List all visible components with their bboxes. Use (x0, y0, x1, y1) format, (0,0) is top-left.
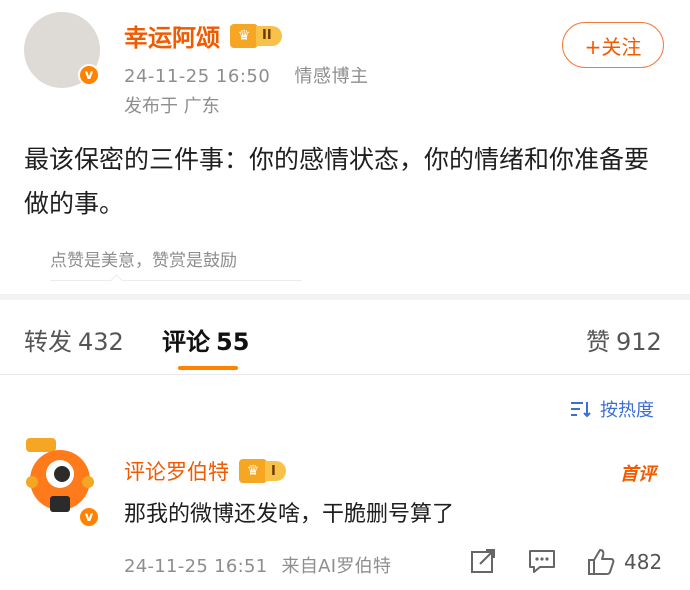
post-meta: 24-11-25 16:50 情感博主 (124, 62, 369, 88)
author-tag: 情感博主 (294, 66, 369, 87)
commenter-verified-icon: v (78, 506, 100, 528)
rank-level: II (256, 25, 282, 46)
tab-comments-label: 评论 (162, 328, 210, 356)
tab-repost-label: 转发 (24, 328, 72, 356)
author-name-text[interactable]: 幸运阿颂 (124, 18, 220, 53)
follow-button[interactable]: +关注 (562, 22, 664, 68)
tab-comments-count: 55 (216, 328, 250, 356)
crown-icon: ♛ (230, 23, 258, 48)
comment-like-button[interactable]: 482 (586, 548, 662, 576)
sort-button[interactable]: 按热度 (570, 396, 654, 422)
tab-likes[interactable]: 赞 912 (586, 322, 662, 357)
commenter-name-text[interactable]: 评论罗伯特 (124, 456, 229, 486)
comment-timestamp: 24-11-25 16:51 (124, 556, 268, 577)
comment-reply-button[interactable] (528, 548, 556, 574)
first-comment-badge: 首评 (620, 464, 656, 485)
comment-share-button[interactable] (470, 548, 496, 574)
tab-repost[interactable]: 转发 432 (24, 322, 124, 357)
reward-prompt[interactable]: 点赞是美意，赞赏是鼓励 (50, 246, 237, 271)
verified-badge-icon: v (78, 64, 100, 86)
rank-badge[interactable]: ♛ II (230, 23, 282, 48)
commenter-rank-level: I (265, 461, 286, 481)
commenter-rank-badge[interactable]: ♛ I (239, 459, 286, 483)
comment-meta: 24-11-25 16:51 来自AI罗伯特 (124, 552, 391, 578)
tab-repost-count: 432 (78, 328, 124, 356)
section-divider (0, 294, 690, 300)
active-tab-indicator (178, 366, 238, 370)
tab-likes-count: 912 (616, 328, 662, 356)
like-icon (588, 549, 615, 575)
commenter-crown-icon: ♛ (239, 459, 267, 483)
tab-likes-label: 赞 (586, 328, 610, 356)
tabs-divider (0, 374, 690, 375)
comment-text: 那我的微博还发啥，干脆删号算了 (124, 502, 455, 527)
sort-icon (571, 402, 591, 418)
post-text: 最该保密的三件事：你的感情状态，你的情绪和你准备要做的事。 (24, 145, 650, 218)
author-username[interactable]: 幸运阿颂 ♛ II (124, 18, 282, 53)
reward-divider (50, 280, 302, 281)
comment-like-count: 482 (624, 550, 663, 574)
tab-comments[interactable]: 评论 55 (162, 322, 249, 357)
post-location: 发布于 广东 (124, 96, 220, 117)
reward-notch (110, 274, 123, 287)
comment-source: 来自AI罗伯特 (281, 556, 392, 577)
comment-icon (529, 550, 555, 573)
post-timestamp: 24-11-25 16:50 (124, 66, 271, 87)
sort-label: 按热度 (600, 400, 654, 421)
share-icon (471, 549, 495, 573)
commenter-username[interactable]: 评论罗伯特 ♛ I (124, 456, 286, 486)
